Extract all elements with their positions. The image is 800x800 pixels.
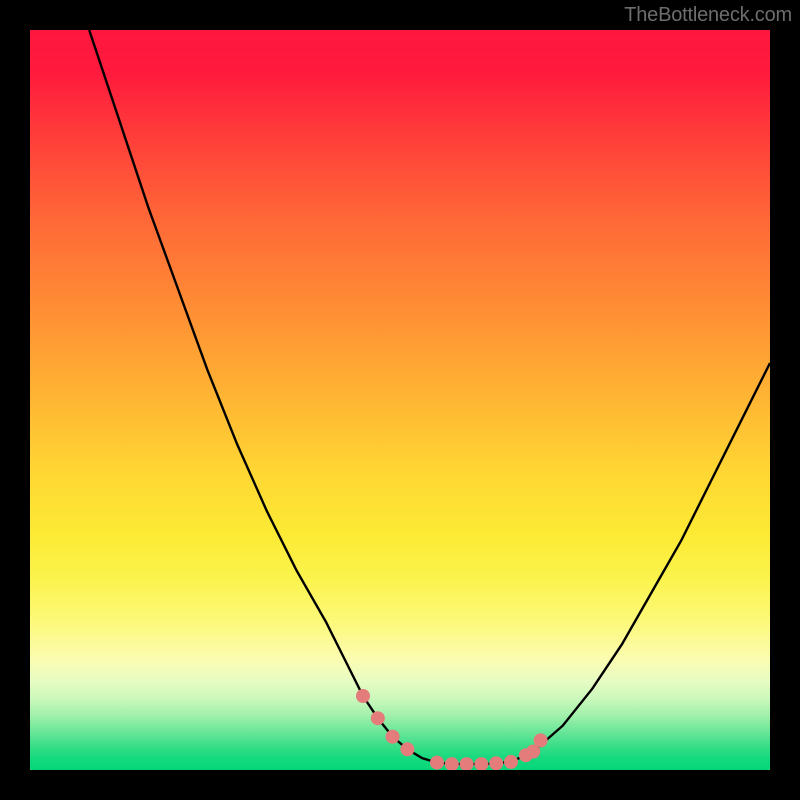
marker-dot: [445, 757, 459, 770]
marker-dot: [430, 756, 444, 770]
bottleneck-curve: [89, 30, 770, 764]
marker-dot: [474, 757, 488, 770]
marker-dot: [489, 756, 503, 770]
chart-frame: TheBottleneck.com: [0, 0, 800, 800]
marker-dot: [400, 742, 414, 756]
marker-dot: [534, 733, 548, 747]
marker-dot: [386, 730, 400, 744]
marker-dot: [371, 711, 385, 725]
marker-dot: [504, 755, 518, 769]
curve-layer: [30, 30, 770, 770]
plot-area: [30, 30, 770, 770]
marker-dot: [356, 689, 370, 703]
marker-dot: [460, 757, 474, 770]
attribution-text: TheBottleneck.com: [624, 4, 792, 27]
